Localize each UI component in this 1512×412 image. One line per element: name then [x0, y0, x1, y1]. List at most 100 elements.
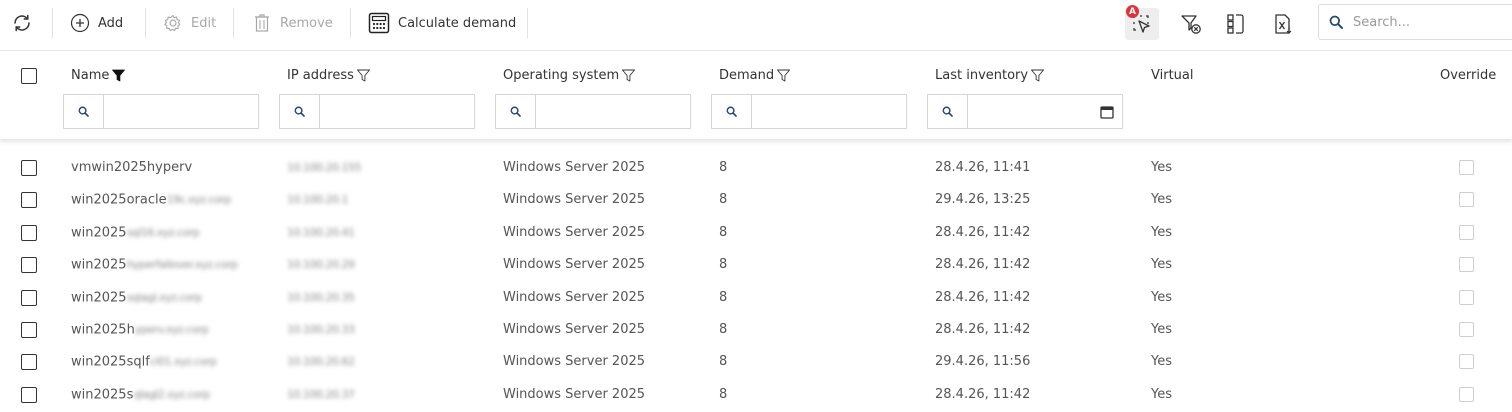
- override-checkbox[interactable]: [1459, 192, 1474, 208]
- demand-filter-input[interactable]: [752, 95, 906, 128]
- cell-os: Windows Server 2025: [503, 160, 646, 175]
- cell-last-inventory: 28.4.26, 11:42: [935, 257, 1031, 273]
- column-header-last-inventory[interactable]: Last inventory: [935, 68, 1045, 83]
- cell-virtual: Yes: [1151, 224, 1172, 240]
- cell-ip: 10.100.20.41: [287, 217, 355, 249]
- override-checkbox[interactable]: [1459, 321, 1474, 337]
- demand-filter: [711, 94, 907, 129]
- add-button[interactable]: Add: [70, 10, 123, 36]
- filter-icon[interactable]: [777, 69, 791, 82]
- edit-button[interactable]: Edit: [163, 10, 216, 36]
- override-checkbox[interactable]: [1459, 289, 1474, 305]
- column-header-demand[interactable]: Demand: [719, 68, 791, 83]
- override-checkbox[interactable]: [1459, 386, 1474, 402]
- search-icon: [496, 95, 536, 128]
- cell-ip: 10.100.20.35: [287, 282, 355, 314]
- edit-button-label: Edit: [191, 15, 217, 31]
- calendar-button[interactable]: [1092, 95, 1122, 128]
- select-all-checkbox[interactable]: [21, 68, 37, 84]
- override-checkbox[interactable]: [1459, 160, 1474, 175]
- redacted-text: 10.100.20.1: [287, 193, 348, 207]
- calculate-demand-label: Calculate demand: [398, 15, 517, 31]
- cell-ip: 10.100.20.1: [287, 184, 348, 216]
- column-header-ip[interactable]: IP address: [287, 68, 370, 83]
- cell-os: Windows Server 2025: [503, 354, 646, 370]
- column-header-os[interactable]: Operating system: [503, 68, 636, 83]
- remove-button-label: Remove: [280, 15, 333, 31]
- calculate-demand-button[interactable]: Calculate demand: [368, 10, 516, 36]
- row-checkbox[interactable]: [21, 224, 37, 241]
- cell-ip: 10.100.20.29: [287, 249, 355, 281]
- cell-virtual: Yes: [1151, 192, 1172, 208]
- row-checkbox[interactable]: [21, 289, 37, 306]
- cell-last-inventory: 29.4.26, 11:56: [935, 354, 1031, 370]
- os-filter-input[interactable]: [536, 95, 690, 128]
- calendar-icon: [1100, 105, 1114, 119]
- cell-demand: 8: [719, 321, 728, 337]
- table-row[interactable]: win2025sqlfci01.xyz.corp 10.100.20.62 Wind…: [0, 346, 1512, 378]
- cell-name-text: win2025oracle: [71, 193, 167, 209]
- cell-os: Windows Server 2025: [503, 192, 646, 208]
- row-checkbox[interactable]: [21, 257, 37, 274]
- search-input[interactable]: [1351, 13, 1501, 31]
- filter-icon[interactable]: [356, 69, 370, 82]
- cell-name-text: win2025: [71, 225, 127, 241]
- ip-filter-input[interactable]: [320, 95, 474, 128]
- override-checkbox[interactable]: [1459, 224, 1474, 240]
- cell-ip: 10.100.20.62: [287, 346, 355, 378]
- plus-circle-icon: [70, 13, 90, 33]
- table-row[interactable]: win2025sql16.xyz.corp 10.100.20.41 Windows…: [0, 217, 1512, 249]
- table-row[interactable]: win2025hyperfailover.xyz.corp 10.100.20.2…: [0, 249, 1512, 281]
- columns-icon: [1227, 14, 1244, 34]
- row-checkbox[interactable]: [21, 192, 37, 209]
- last-inventory-filter: [927, 94, 1123, 129]
- column-header-override[interactable]: Override: [1440, 68, 1496, 83]
- cell-demand: 8: [719, 354, 728, 370]
- column-header-virtual[interactable]: Virtual: [1151, 68, 1193, 83]
- filter-icon[interactable]: [622, 69, 636, 82]
- row-checkbox[interactable]: [21, 321, 37, 338]
- row-checkbox[interactable]: [21, 160, 37, 176]
- clear-filter-button[interactable]: [1174, 8, 1208, 40]
- cell-virtual: Yes: [1151, 289, 1172, 305]
- search-box[interactable]: [1318, 4, 1512, 40]
- cell-name: win2025sqlagl2.xyz.corp: [71, 379, 210, 411]
- table-row[interactable]: win2025sqlagl2.xyz.corp 10.100.20.37 Windo…: [0, 379, 1512, 411]
- filter-active-icon[interactable]: [112, 69, 126, 82]
- toolbar-divider: [52, 8, 53, 38]
- search-icon: [280, 95, 320, 128]
- filter-icon[interactable]: [1031, 69, 1045, 82]
- table-row[interactable]: win2025oracle19c.xyz.corp 10.100.20.1 Wind…: [0, 184, 1512, 216]
- column-header-os-label: Operating system: [503, 68, 620, 83]
- table-row[interactable]: win2025sqlagl.xyz.corp 10.100.20.35 Window…: [0, 282, 1512, 314]
- cell-demand: 8: [719, 257, 728, 273]
- redacted-text: 19c.xyz.corp: [166, 193, 232, 207]
- column-chooser-button[interactable]: [1219, 8, 1253, 40]
- last-inventory-filter-input[interactable]: [968, 95, 1092, 128]
- cell-name: win2025sqlagl.xyz.corp: [71, 282, 202, 314]
- export-excel-button[interactable]: [1266, 8, 1300, 40]
- cell-virtual: Yes: [1151, 321, 1172, 337]
- cell-ip: 10.100.20.155: [287, 152, 361, 184]
- refresh-button[interactable]: [10, 11, 34, 35]
- redacted-text: 10.100.20.62: [287, 355, 355, 369]
- cell-os: Windows Server 2025: [503, 257, 646, 273]
- toolbar-divider: [350, 8, 351, 38]
- add-button-label: Add: [98, 15, 124, 31]
- row-checkbox[interactable]: [21, 354, 37, 371]
- table-row[interactable]: vmwin2025hyperv 10.100.20.155 Windows Serv…: [0, 152, 1512, 184]
- override-checkbox[interactable]: [1459, 354, 1474, 370]
- cell-name: win2025sqlfci01.xyz.corp: [71, 346, 217, 378]
- remove-button[interactable]: Remove: [252, 10, 333, 36]
- column-header-name[interactable]: Name: [71, 68, 126, 83]
- override-checkbox[interactable]: [1459, 257, 1474, 273]
- cell-last-inventory: 29.4.26, 13:25: [935, 192, 1031, 208]
- row-checkbox[interactable]: [21, 386, 37, 403]
- cell-last-inventory: 28.4.26, 11:42: [935, 386, 1031, 402]
- name-filter: [63, 94, 259, 129]
- cell-name-text: win2025: [71, 257, 127, 273]
- toolbar-divider: [145, 8, 146, 38]
- table-row[interactable]: win2025hyperv.xyz.corp 10.100.20.33 Window…: [0, 314, 1512, 346]
- name-filter-input[interactable]: [104, 95, 258, 128]
- auto-filter-button[interactable]: A: [1125, 5, 1159, 40]
